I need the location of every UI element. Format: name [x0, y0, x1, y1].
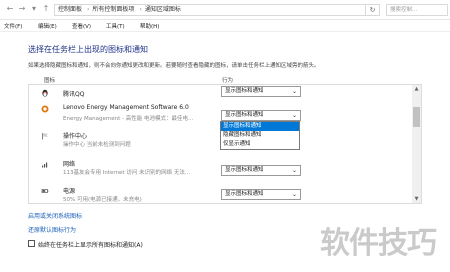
toggle-system-icons-link[interactable]: 启用或关闭系统图标 — [28, 211, 82, 220]
scrollbar-thumb[interactable] — [413, 107, 420, 127]
page-title: 选择在任务栏上出现的图标和通知 — [28, 45, 148, 54]
restore-default-icons-link[interactable]: 还原默认图标行为 — [28, 225, 76, 234]
row-name: 腾讯QQ — [63, 91, 85, 98]
breadcrumb-item[interactable]: 通知区域图标 — [145, 6, 181, 13]
list-item: 电源 50% 可用(电源已接通，未充电) 显示图标和通知 ⌄ — [29, 183, 409, 203]
checkbox-label: 始终在任务栏上显示所有图标和通知(A) — [38, 242, 143, 249]
scroll-down-icon[interactable]: ▼ — [412, 195, 421, 203]
row-description: Energy Management - 高性能 电池模式：最佳电... — [63, 116, 194, 122]
list-item: 操作中心 操作中心 当前未检测到问题 — [29, 129, 409, 151]
behavior-select[interactable]: 显示图标和通知 ⌄ — [221, 110, 301, 121]
dropdown-option-only-notifications[interactable]: 仅显示通知 — [221, 140, 299, 149]
battery-plug-icon — [41, 189, 49, 193]
page-description: 如果选择隐藏图标和通知，则不会向你通知更改和更新。若要随时查看隐藏的图标，请单击… — [28, 63, 320, 69]
menu-view[interactable]: 查看(V) — [72, 22, 91, 30]
chevron-down-icon: ⌄ — [291, 167, 297, 174]
row-description: 操作中心 当前未检测到问题 — [63, 142, 131, 148]
behavior-dropdown-list[interactable]: 显示图标和通知 隐藏图标和通知 仅显示通知 — [220, 121, 300, 150]
select-value: 显示图标和通知 — [225, 112, 264, 118]
list-scrollbar[interactable]: ▲ ▼ — [412, 85, 421, 203]
menu-file[interactable]: 文件(F) — [4, 22, 22, 30]
menu-bar: 文件(F) 编辑(E) 查看(V) 工具(T) 帮助(H) — [0, 20, 450, 32]
chevron-down-icon: ⌄ — [291, 191, 297, 198]
row-name: Lenovo Energy Management Software 6.0 — [63, 104, 189, 111]
row-name: 网络 — [63, 161, 76, 168]
list-item: 网络 113基友会专用 Internet 访问 未识别的网络 无法... 显示图… — [29, 157, 409, 179]
breadcrumb[interactable]: 控制面板 › 所有控制面板项 › 通知区域图标 — [54, 4, 366, 16]
row-name: 操作中心 — [63, 133, 88, 140]
energy-management-icon — [41, 105, 49, 113]
up-arrow-icon[interactable]: ↑ — [40, 3, 52, 15]
address-bar: ← → ▾ ↑ 控制面板 › 所有控制面板项 › 通知区域图标 ↻ 搜索控制... — [0, 0, 450, 20]
row-description: 113基友会专用 Internet 访问 未识别的网络 无法... — [63, 170, 191, 176]
flag-icon — [42, 133, 48, 140]
row-description: 50% 可用(电源已接通，未充电) — [63, 197, 142, 203]
breadcrumb-item[interactable]: 所有控制面板项 — [92, 6, 134, 13]
select-value: 显示图标和通知 — [225, 191, 264, 197]
scroll-up-icon[interactable]: ▲ — [412, 85, 421, 93]
menu-tools[interactable]: 工具(T) — [106, 22, 125, 30]
chevron-down-icon: ⌄ — [291, 88, 297, 95]
select-value: 显示图标和通知 — [225, 88, 264, 94]
behavior-select[interactable]: 显示图标和通知 ⌄ — [221, 86, 301, 97]
breadcrumb-item[interactable]: 控制面板 — [58, 6, 82, 13]
behavior-select[interactable]: 显示图标和通知 ⌄ — [221, 165, 301, 176]
refresh-icon[interactable]: ↻ — [366, 4, 380, 16]
back-arrow-icon[interactable]: ← — [4, 3, 16, 15]
dropdown-option-show-icons-notifications[interactable]: 显示图标和通知 — [221, 122, 299, 131]
watermark: 软件技巧 — [320, 226, 437, 261]
chevron-right-icon: › — [87, 6, 90, 13]
chevron-down-icon: ⌄ — [291, 112, 297, 119]
column-header-icon: 图标 — [44, 78, 56, 84]
forward-arrow-icon[interactable]: → — [16, 3, 28, 15]
select-value: 显示图标和通知 — [225, 167, 264, 173]
recent-dropdown-icon[interactable]: ▾ — [28, 3, 40, 15]
always-show-icons-checkbox[interactable] — [28, 240, 35, 247]
dropdown-option-hide-icons-notifications[interactable]: 隐藏图标和通知 — [221, 131, 299, 140]
search-input[interactable]: 搜索控制... — [386, 4, 448, 16]
list-item: Lenovo Energy Management Software 6.0 En… — [29, 103, 409, 125]
menu-edit[interactable]: 编辑(E) — [38, 22, 57, 30]
qq-penguin-icon — [42, 89, 48, 97]
column-header-behavior: 行为 — [222, 78, 234, 84]
wifi-signal-icon — [42, 162, 48, 168]
chevron-right-icon: › — [139, 6, 142, 13]
menu-help[interactable]: 帮助(H) — [140, 22, 159, 30]
row-name: 电源 — [63, 188, 76, 195]
behavior-select[interactable]: 显示图标和通知 ⌄ — [221, 189, 301, 200]
